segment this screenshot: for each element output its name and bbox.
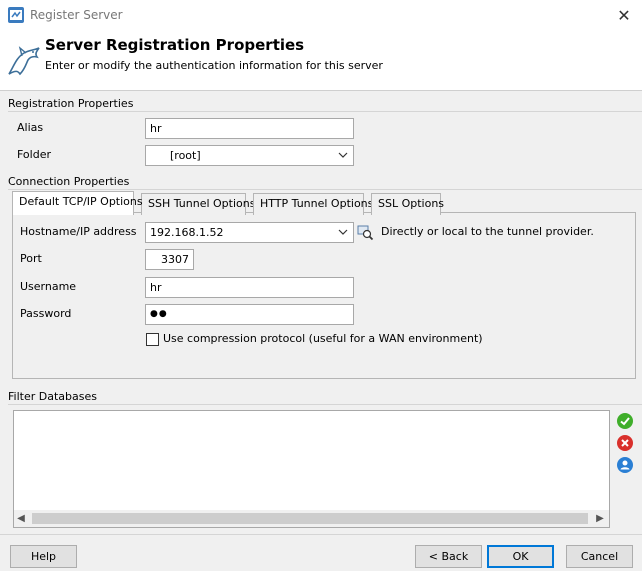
alias-label: Alias bbox=[17, 121, 44, 134]
window-title: Register Server bbox=[30, 8, 123, 22]
remove-icon bbox=[621, 439, 629, 447]
hostname-select[interactable]: 192.168.1.52 bbox=[145, 222, 354, 243]
cancel-button[interactable]: Cancel bbox=[566, 545, 633, 568]
footer-divider bbox=[0, 534, 642, 535]
chevron-down-icon bbox=[338, 152, 348, 158]
tab-ssl-label: SSL Options bbox=[378, 197, 445, 210]
header-subtitle: Enter or modify the authentication infor… bbox=[45, 59, 383, 72]
compression-checkbox[interactable] bbox=[146, 333, 159, 346]
username-label: Username bbox=[20, 280, 77, 293]
connection-section-label: Connection Properties bbox=[8, 175, 130, 188]
password-label: Password bbox=[20, 307, 72, 320]
scrollbar-thumb[interactable] bbox=[32, 513, 588, 524]
hostname-label: Hostname/IP address bbox=[20, 225, 137, 238]
registration-section-label: Registration Properties bbox=[8, 97, 134, 110]
scroll-right-button[interactable]: ▶ bbox=[593, 510, 607, 527]
port-label: Port bbox=[20, 252, 42, 265]
ok-button[interactable]: OK bbox=[487, 545, 554, 568]
compression-label: Use compression protocol (useful for a W… bbox=[163, 332, 483, 345]
folder-label: Folder bbox=[17, 148, 51, 161]
user-icon bbox=[620, 460, 630, 470]
tab-ssh-tunnel[interactable]: SSH Tunnel Options bbox=[141, 193, 255, 215]
tab-ssl[interactable]: SSL Options bbox=[371, 193, 445, 215]
app-icon bbox=[8, 7, 24, 23]
username-input[interactable]: hr bbox=[145, 277, 354, 298]
hostname-hint: Directly or local to the tunnel provider… bbox=[381, 225, 594, 238]
browse-hosts-button[interactable] bbox=[357, 224, 374, 241]
scroll-left-button[interactable]: ◀ bbox=[14, 510, 28, 527]
password-input[interactable]: ●● bbox=[145, 304, 354, 325]
header-title: Server Registration Properties bbox=[45, 36, 305, 54]
tab-default-tcp-ip-label: Default TCP/IP Options bbox=[19, 195, 143, 208]
folder-select[interactable]: [root] bbox=[145, 145, 354, 166]
alias-input[interactable]: hr bbox=[145, 118, 354, 139]
add-filter-button[interactable] bbox=[617, 413, 633, 429]
registration-divider bbox=[8, 111, 642, 112]
help-button[interactable]: Help bbox=[10, 545, 77, 568]
check-icon bbox=[620, 417, 630, 426]
folder-select-value: [root] bbox=[170, 149, 201, 162]
chevron-down-icon bbox=[338, 229, 348, 235]
tab-http-tunnel[interactable]: HTTP Tunnel Options bbox=[253, 193, 373, 215]
close-button[interactable]: ✕ bbox=[606, 0, 642, 31]
filter-section-label: Filter Databases bbox=[8, 390, 97, 403]
remove-filter-button[interactable] bbox=[617, 435, 633, 451]
connection-divider bbox=[8, 189, 642, 190]
hostname-select-value: 192.168.1.52 bbox=[150, 226, 224, 239]
edit-filter-button[interactable] bbox=[617, 457, 633, 473]
magnifier-icon bbox=[357, 225, 374, 241]
dolphin-logo-icon bbox=[6, 44, 42, 80]
tab-ssh-tunnel-label: SSH Tunnel Options bbox=[148, 197, 256, 210]
tab-default-tcp-ip[interactable]: Default TCP/IP Options bbox=[12, 191, 143, 215]
filter-divider bbox=[8, 404, 642, 405]
back-button[interactable]: < Back bbox=[415, 545, 482, 568]
tab-http-tunnel-label: HTTP Tunnel Options bbox=[260, 197, 374, 210]
port-input[interactable]: 3307 bbox=[145, 249, 194, 270]
